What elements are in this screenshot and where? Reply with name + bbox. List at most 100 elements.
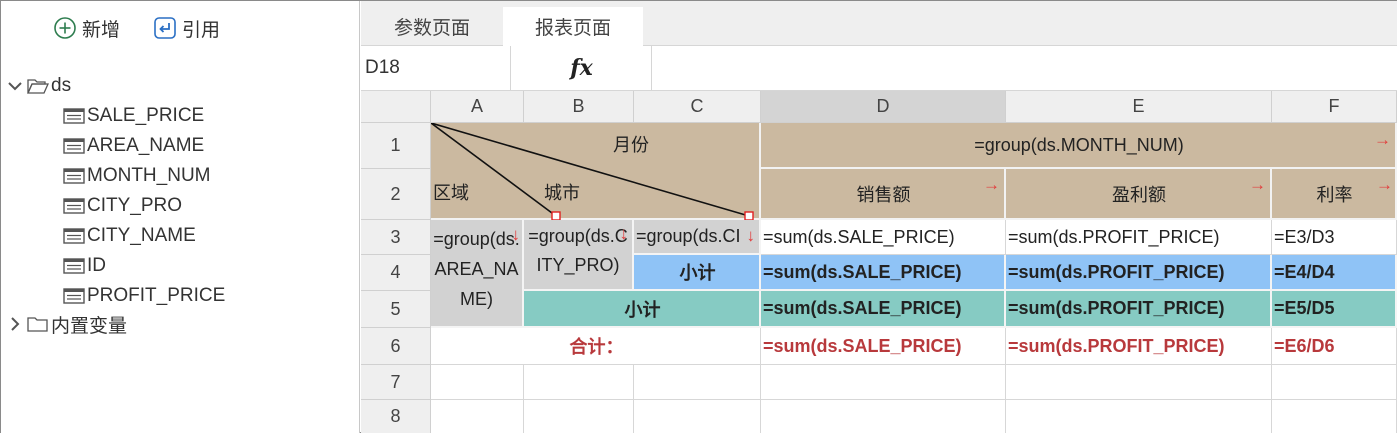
- expand-right-icon: →: [983, 175, 1000, 194]
- table-field-icon: [63, 288, 85, 304]
- cell-b7[interactable]: [524, 365, 634, 400]
- formula-input[interactable]: [653, 46, 1397, 90]
- expand-right-icon: →: [1376, 175, 1393, 194]
- cell-a7[interactable]: [431, 365, 524, 400]
- tree-field-label: PROFIT_PRICE: [87, 285, 226, 306]
- cell-text: 销售额: [856, 184, 911, 205]
- cell-d4[interactable]: =sum(ds.SALE_PRICE): [761, 255, 1006, 291]
- tree-field-id[interactable]: ID: [63, 253, 106, 279]
- cell-e5[interactable]: =sum(ds.PROFIT_PRICE): [1006, 291, 1272, 328]
- table-field-icon: [63, 258, 85, 274]
- reference-icon: [154, 17, 176, 39]
- tree-field-city-pro[interactable]: CITY_PRO: [63, 193, 182, 219]
- tree-field-area-name[interactable]: AREA_NAME: [63, 133, 204, 159]
- app-frame: 新增 引用 ds SALE_PRICE AREA_NAME MONTH_NUM …: [0, 0, 1397, 433]
- cell-f2-rate[interactable]: 利率 →: [1272, 169, 1397, 220]
- cell-c3-city-group[interactable]: =group(ds.CI ↓: [634, 220, 761, 255]
- tree-field-label: SALE_PRICE: [87, 105, 205, 126]
- tree-field-label: CITY_NAME: [87, 225, 196, 246]
- expand-right-icon: →: [1374, 130, 1391, 149]
- cell-d2-sales[interactable]: 销售额 →: [761, 169, 1006, 220]
- cell-d8[interactable]: [761, 400, 1006, 433]
- tree-node-ds[interactable]: ds: [7, 73, 71, 99]
- cell-d6[interactable]: =sum(ds.SALE_PRICE): [761, 328, 1006, 365]
- cell-a3-area-group[interactable]: =group(ds.AREA_NAME) ↓: [431, 220, 524, 328]
- row-header-8[interactable]: 8: [361, 400, 431, 433]
- reference-button[interactable]: 引用: [153, 15, 220, 41]
- column-header-b[interactable]: B: [524, 91, 634, 123]
- cell-d5[interactable]: =sum(ds.SALE_PRICE): [761, 291, 1006, 328]
- cell-text: =group(ds.CI: [636, 226, 741, 246]
- cell-a6-total[interactable]: 合计：: [431, 328, 761, 365]
- cell-e7[interactable]: [1006, 365, 1272, 400]
- row-header-6[interactable]: 6: [361, 328, 431, 365]
- row-header-7[interactable]: 7: [361, 365, 431, 400]
- cell-e2-profit[interactable]: 盈利额 →: [1006, 169, 1272, 220]
- tree-field-profit-price[interactable]: PROFIT_PRICE: [63, 283, 225, 309]
- table-field-icon: [63, 138, 85, 154]
- cell-text: =group(ds.MONTH_NUM): [974, 134, 1184, 155]
- cell-text: =group(ds.CITY_PRO): [528, 226, 628, 275]
- cell-reference-box[interactable]: D18: [361, 46, 511, 90]
- fx-icon[interactable]: fx: [512, 46, 652, 90]
- tree-node-builtin[interactable]: 内置变量: [7, 311, 127, 337]
- tree-field-sale-price[interactable]: SALE_PRICE: [63, 103, 204, 129]
- chevron-right-icon[interactable]: [7, 316, 23, 332]
- row-header-5[interactable]: 5: [361, 291, 431, 328]
- cell-b3-city-pro-group[interactable]: =group(ds.CITY_PRO) ↓: [524, 220, 634, 291]
- tab-params-page[interactable]: 参数页面: [361, 7, 503, 46]
- folder-icon: [27, 317, 48, 332]
- tree-field-city-name[interactable]: CITY_NAME: [63, 223, 196, 249]
- reference-button-label: 引用: [182, 19, 221, 41]
- cell-c7[interactable]: [634, 365, 761, 400]
- cell-f3[interactable]: =E3/D3: [1272, 220, 1397, 255]
- row-header-4[interactable]: 4: [361, 255, 431, 291]
- row-header-2[interactable]: 2: [361, 169, 431, 220]
- grid-corner[interactable]: [361, 91, 431, 123]
- add-button-label: 新增: [82, 19, 121, 41]
- cell-text: 利率: [1316, 184, 1353, 205]
- column-header-a[interactable]: A: [431, 91, 524, 123]
- page-tabs: 参数页面 报表页面: [361, 1, 1397, 46]
- cell-b5-subtotal[interactable]: 小计: [524, 291, 761, 328]
- column-header-d[interactable]: D: [761, 91, 1006, 123]
- add-button[interactable]: 新增: [53, 15, 120, 41]
- table-field-icon: [63, 228, 85, 244]
- expand-down-icon: ↓: [619, 224, 629, 243]
- cell-c8[interactable]: [634, 400, 761, 433]
- cell-e3[interactable]: =sum(ds.PROFIT_PRICE): [1006, 220, 1272, 255]
- column-header-f[interactable]: F: [1272, 91, 1397, 123]
- cell-d3[interactable]: =sum(ds.SALE_PRICE): [761, 220, 1006, 255]
- chevron-down-icon[interactable]: [7, 78, 23, 94]
- column-header-c[interactable]: C: [634, 91, 761, 123]
- cell-d7[interactable]: [761, 365, 1006, 400]
- cell-a8[interactable]: [431, 400, 524, 433]
- cell-text: =group(ds.AREA_NAME): [433, 229, 520, 309]
- expand-down-icon: ↓: [746, 226, 756, 245]
- tab-report-page[interactable]: 报表页面: [503, 7, 643, 46]
- cell-f7[interactable]: [1272, 365, 1397, 400]
- expand-down-icon: ↓: [511, 225, 521, 244]
- tree-field-label: ID: [87, 255, 106, 276]
- cell-d1-month-group[interactable]: =group(ds.MONTH_NUM) →: [761, 123, 1397, 169]
- expand-right-icon: →: [1249, 175, 1266, 194]
- report-designer: 参数页面 报表页面 D18 fx A B C D E F 1 2 3 4 5 6…: [361, 1, 1397, 433]
- column-header-e[interactable]: E: [1006, 91, 1272, 123]
- cell-b8[interactable]: [524, 400, 634, 433]
- tree-node-ds-label: ds: [51, 75, 72, 96]
- cell-e4[interactable]: =sum(ds.PROFIT_PRICE): [1006, 255, 1272, 291]
- cell-f6[interactable]: =E6/D6: [1272, 328, 1397, 365]
- tree-field-month-num[interactable]: MONTH_NUM: [63, 163, 211, 189]
- tree-field-label: CITY_PRO: [87, 195, 183, 216]
- cell-f4[interactable]: =E4/D4: [1272, 255, 1397, 291]
- row-header-1[interactable]: 1: [361, 123, 431, 169]
- cell-e8[interactable]: [1006, 400, 1272, 433]
- cell-e6[interactable]: =sum(ds.PROFIT_PRICE): [1006, 328, 1272, 365]
- row-header-3[interactable]: 3: [361, 220, 431, 255]
- tab-label: 报表页面: [534, 18, 611, 39]
- formula-bar: D18 fx: [361, 46, 1397, 91]
- cell-f5[interactable]: =E5/D5: [1272, 291, 1397, 328]
- tree-field-label: MONTH_NUM: [87, 165, 211, 186]
- cell-c4-subtotal[interactable]: 小计: [634, 255, 761, 291]
- cell-f8[interactable]: [1272, 400, 1397, 433]
